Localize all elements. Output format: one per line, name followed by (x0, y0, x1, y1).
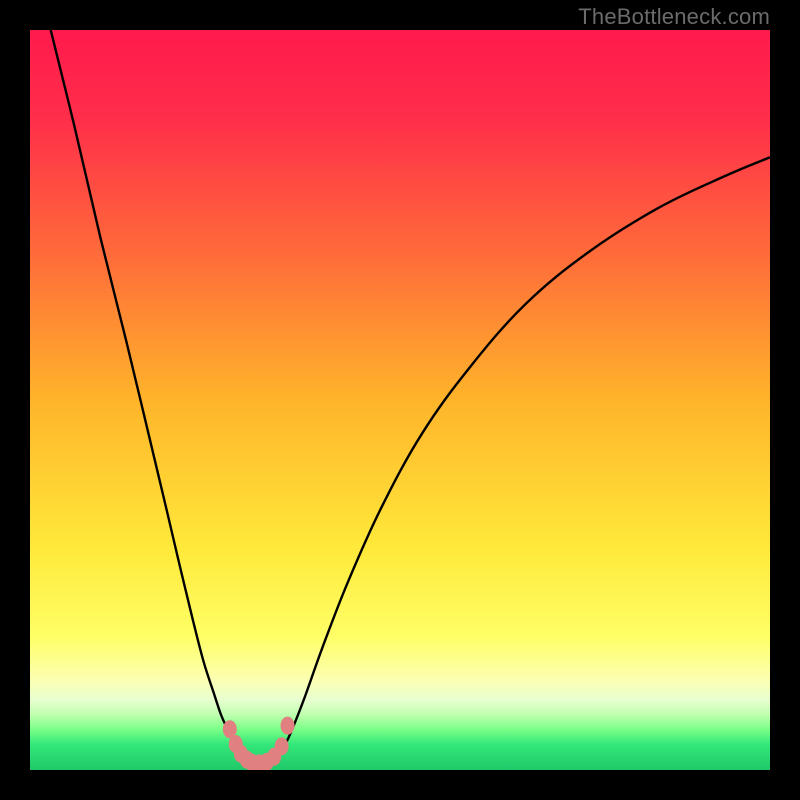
curve-left-branch (51, 30, 241, 752)
plot-area (30, 30, 770, 770)
valley-marker (281, 717, 295, 735)
chart-frame: TheBottleneck.com (0, 0, 800, 800)
valley-markers (223, 717, 295, 770)
valley-marker (275, 737, 289, 755)
curve-layer (30, 30, 770, 770)
watermark-text: TheBottleneck.com (578, 4, 770, 30)
curve-right-branch (280, 157, 770, 753)
